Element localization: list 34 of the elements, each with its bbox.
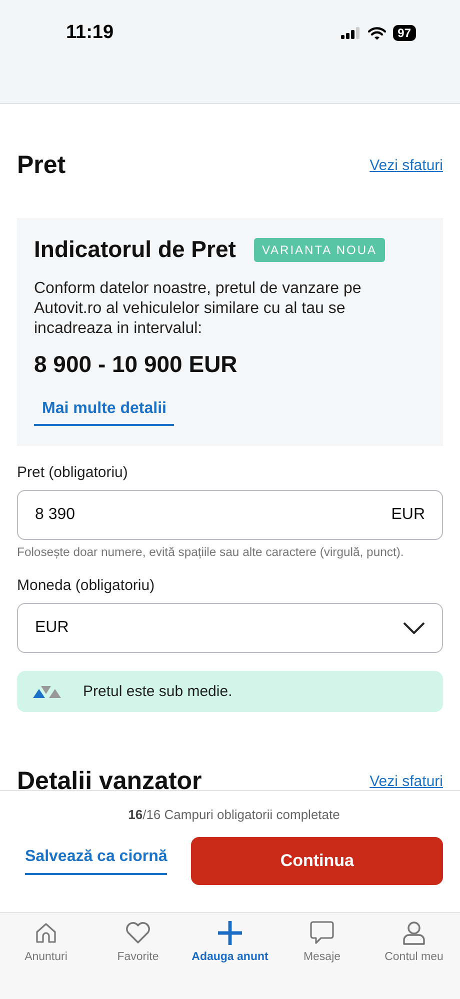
user-icon	[403, 921, 425, 945]
price-level-icon	[33, 686, 61, 698]
signal-icon	[340, 27, 361, 39]
tab-item[interactable]: Mesaje	[276, 921, 368, 965]
tab-item[interactable]: Favorite	[92, 921, 184, 965]
tab-item[interactable]: Adauga anunt	[184, 921, 276, 965]
plus-icon	[218, 921, 242, 945]
details-link[interactable]: Mai multe detalii	[34, 400, 174, 426]
clock: 11:19	[66, 22, 114, 44]
tab-item[interactable]: Anunturi	[0, 921, 92, 965]
currency-select[interactable]: EUR	[17, 603, 443, 653]
price-range: 8 900 - 10 900 EUR	[34, 351, 238, 378]
field-label: Moneda (obligatoriu)	[17, 577, 156, 594]
notice-text: Pretul este sub medie.	[83, 683, 232, 700]
card-title: Indicatorul de Pret	[34, 236, 236, 263]
wifi-icon	[368, 26, 386, 40]
heart-icon	[125, 921, 151, 945]
price-input-field[interactable]: 8 390 EUR	[17, 490, 443, 540]
tips-link[interactable]: Vezi sfaturi	[370, 157, 443, 174]
battery-indicator: 97	[392, 25, 416, 41]
field-hint: Folosește doar numere, evită spațiile sau alte caractere (virgulă, punct).	[17, 545, 405, 559]
home-icon	[35, 921, 57, 945]
continue-button[interactable]: Continua	[191, 837, 443, 885]
save-draft-link[interactable]: Salvează ca ciornă	[25, 848, 168, 874]
section-title: Detalii vanzator	[17, 767, 202, 790]
tips-link[interactable]: Vezi sfaturi	[370, 773, 443, 790]
progress-text: 16/16 Campuri obligatorii completate	[127, 807, 341, 822]
chat-icon	[310, 921, 334, 945]
tab-item[interactable]: Contul meu	[368, 921, 460, 965]
card-description: Conform datelor noastre, pretul de vanzare pe Autovit.ro al vehiculelor similare cu al tau se incadreaza in intervalul:	[34, 279, 362, 339]
chevron-down-icon	[403, 622, 425, 634]
new-version-badge: VARIANTA NOUA	[254, 238, 386, 262]
field-label: Pret (obligatoriu)	[17, 464, 129, 481]
section-title: Pret	[17, 151, 66, 180]
